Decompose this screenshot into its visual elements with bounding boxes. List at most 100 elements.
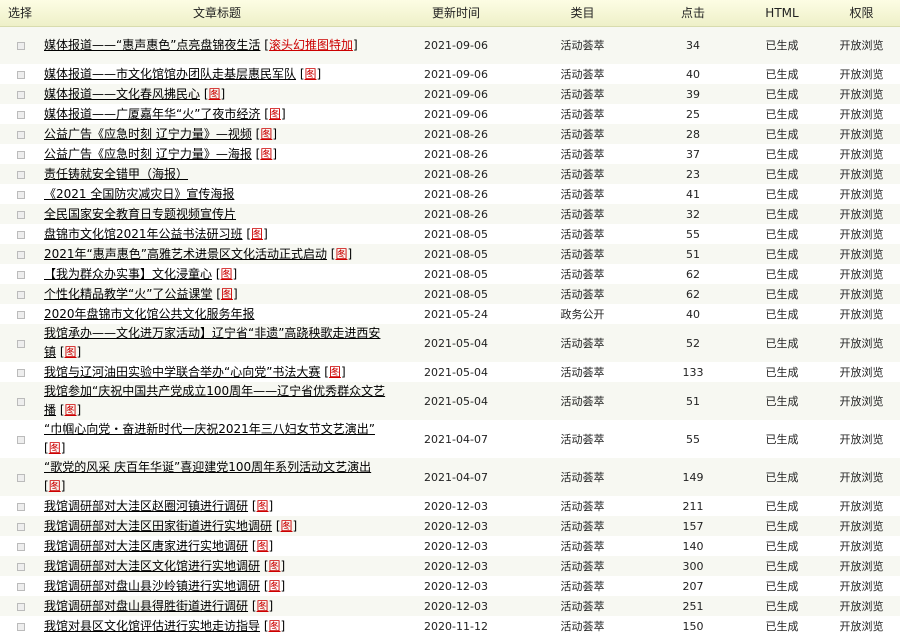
article-title-link[interactable]: 个性化精品教学“火”了公益课堂	[44, 287, 212, 301]
image-tag-link[interactable]: 图	[221, 267, 233, 281]
row-checkbox[interactable]	[17, 368, 25, 377]
row-title-cell: 我馆调研部对大洼区田家街道进行实地调研 [图]	[42, 516, 392, 536]
row-html-status: 已生成	[765, 288, 799, 301]
row-checkbox[interactable]	[17, 110, 25, 119]
article-title-link[interactable]: 《2021 全国防灾减灾日》宣传海报	[44, 187, 234, 201]
image-tag-link[interactable]: 图	[269, 619, 281, 633]
image-tag-link[interactable]: 图	[269, 559, 281, 573]
image-tag-link[interactable]: 图	[221, 287, 233, 301]
row-checkbox[interactable]	[17, 250, 25, 259]
image-tag-link[interactable]: 图	[257, 499, 269, 513]
row-html-status: 已生成	[765, 148, 799, 161]
article-title-link[interactable]: 2020年盘锦市文化馆公共文化服务年报	[44, 307, 255, 321]
article-title-link[interactable]: 我馆调研部对盘山县得胜街道进行调研	[44, 599, 248, 613]
row-checkbox[interactable]	[17, 130, 25, 139]
image-tag-link[interactable]: 滚头幻推图特加	[269, 38, 353, 52]
article-title-link[interactable]: 我馆调研部对大洼区田家街道进行实地调研	[44, 519, 272, 533]
article-title-link[interactable]: 责任铸就安全错甲（海报）	[44, 167, 188, 181]
row-category: 活动荟萃	[560, 88, 605, 101]
image-tag-link[interactable]: 图	[49, 479, 61, 493]
row-checkbox[interactable]	[17, 150, 25, 159]
row-clicks: 207	[682, 579, 704, 593]
row-checkbox[interactable]	[17, 562, 25, 571]
article-title-link[interactable]: 媒体报道——“惠声惠色”点亮盘锦夜生活	[44, 38, 260, 52]
image-tag-link[interactable]: 图	[65, 403, 77, 417]
article-title-link[interactable]: 我馆对县区文化馆评估进行实地走访指导	[44, 619, 260, 633]
image-tag-link[interactable]: 图	[269, 107, 281, 121]
article-title-link[interactable]: 媒体报道——广厦嘉年华“火”了夜市经济	[44, 107, 260, 121]
row-clicks: 52	[686, 336, 700, 350]
row-checkbox[interactable]	[17, 622, 25, 631]
row-title-cell: 盘锦市文化馆2021年公益书法研习班 [图]	[42, 224, 392, 244]
article-title-link[interactable]: 盘锦市文化馆2021年公益书法研习班	[44, 227, 243, 241]
row-checkbox[interactable]	[17, 170, 25, 179]
row-checkbox[interactable]	[17, 602, 25, 611]
header-title[interactable]: 文章标题	[42, 0, 392, 27]
table-row: “歌党的风采 庆百年华诞”喜迎建党100周年系列活动文艺演出 [图] 2021-0…	[0, 458, 900, 496]
row-checkbox[interactable]	[17, 270, 25, 279]
article-title-link[interactable]: 2021年“惠声惠色”高雅艺术进景区文化活动正式启动	[44, 247, 327, 261]
image-tag-link[interactable]: 图	[65, 345, 77, 359]
row-checkbox[interactable]	[17, 473, 25, 482]
row-checkbox[interactable]	[17, 502, 25, 511]
row-category: 活动荟萃	[560, 520, 605, 533]
article-title-link[interactable]: 我馆调研部对大洼区唐家进行实地调研	[44, 539, 248, 553]
image-tag-link[interactable]: 图	[281, 519, 293, 533]
row-category: 活动荟萃	[560, 168, 605, 181]
row-checkbox[interactable]	[17, 90, 25, 99]
row-checkbox[interactable]	[17, 70, 25, 79]
table-row: 媒体报道——广厦嘉年华“火”了夜市经济 [图] 2021-09-06 活动荟萃 25 已…	[0, 104, 900, 124]
article-title-link[interactable]: 我馆调研部对大洼区文化馆进行实地调研	[44, 559, 260, 573]
header-clicks[interactable]: 点击	[645, 0, 741, 27]
table-row: 我馆调研部对盘山县沙岭镇进行实地调研 [图] 2020-12-03 活动荟萃 207 已…	[0, 576, 900, 596]
image-tag-link[interactable]: 图	[305, 67, 317, 81]
row-checkbox[interactable]	[17, 435, 25, 444]
article-title-link[interactable]: 我馆调研部对大洼区赵圈河镇进行调研	[44, 499, 248, 513]
article-title-link[interactable]: 全民国家安全教育日专题视频宣传片	[44, 207, 236, 221]
article-title-link[interactable]: 我馆与辽河油田实验中学联合举办“心向党”书法大赛	[44, 365, 320, 379]
image-tag-link[interactable]: 图	[260, 127, 272, 141]
image-tag-link[interactable]: 图	[257, 599, 269, 613]
image-tag-link[interactable]: 图	[257, 539, 269, 553]
row-date: 2020-12-03	[424, 539, 488, 553]
row-checkbox[interactable]	[17, 339, 25, 348]
article-title-link[interactable]: 媒体报道——市文化馆馆办团队走基层惠民军队	[44, 67, 296, 81]
row-select-cell	[0, 420, 42, 458]
row-checkbox[interactable]	[17, 230, 25, 239]
row-category: 活动荟萃	[560, 288, 605, 301]
image-tag-link[interactable]: 图	[209, 87, 221, 101]
image-tag-link[interactable]: 图	[49, 441, 61, 455]
article-title-link[interactable]: 公益广告《应急时刻 辽宁力量》—海报	[44, 147, 252, 161]
row-checkbox[interactable]	[17, 522, 25, 531]
article-title-link[interactable]: 媒体报道——文化春风拂民心	[44, 87, 200, 101]
image-tag-link[interactable]: 图	[335, 247, 347, 261]
article-title-link[interactable]: 我馆承办——文化进万家活动】辽宁省“非遗”高跷秧歌走进西安镇	[44, 326, 380, 359]
header-category[interactable]: 类目	[520, 0, 645, 27]
row-html-status: 已生成	[765, 188, 799, 201]
row-checkbox[interactable]	[17, 210, 25, 219]
row-checkbox[interactable]	[17, 397, 25, 406]
image-tag-link[interactable]: 图	[251, 227, 263, 241]
row-clicks: 251	[682, 599, 704, 613]
article-title-link[interactable]: 我馆参加“庆祝中国共产党成立100周年——辽宁省优秀群众文艺播	[44, 384, 385, 417]
row-checkbox[interactable]	[17, 310, 25, 319]
article-title-link[interactable]: 【我为群众办实事】文化浸童心	[44, 267, 212, 281]
image-tag-link[interactable]: 图	[269, 579, 281, 593]
header-updated[interactable]: 更新时间	[392, 0, 520, 27]
image-tag-link[interactable]: 图	[260, 147, 272, 161]
article-title-link[interactable]: 公益广告《应急时刻 辽宁力量》—视频	[44, 127, 252, 141]
row-clicks: 51	[686, 247, 700, 261]
article-title-link[interactable]: “歌党的风采 庆百年华诞”喜迎建党100周年系列活动文艺演出	[44, 460, 371, 474]
row-date: 2021-09-06	[424, 67, 488, 81]
article-title-link[interactable]: 我馆调研部对盘山县沙岭镇进行实地调研	[44, 579, 260, 593]
row-checkbox[interactable]	[17, 290, 25, 299]
row-checkbox[interactable]	[17, 41, 25, 50]
row-checkbox[interactable]	[17, 190, 25, 199]
row-checkbox[interactable]	[17, 542, 25, 551]
image-tag-link[interactable]: 图	[329, 365, 341, 379]
row-category: 活动荟萃	[560, 68, 605, 81]
row-checkbox[interactable]	[17, 582, 25, 591]
row-clicks: 133	[682, 365, 704, 379]
row-clicks: 211	[682, 499, 704, 513]
article-title-link[interactable]: “巾帼心向党・奋进新时代一庆祝2021年三八妇女节文艺演出”	[44, 422, 375, 436]
